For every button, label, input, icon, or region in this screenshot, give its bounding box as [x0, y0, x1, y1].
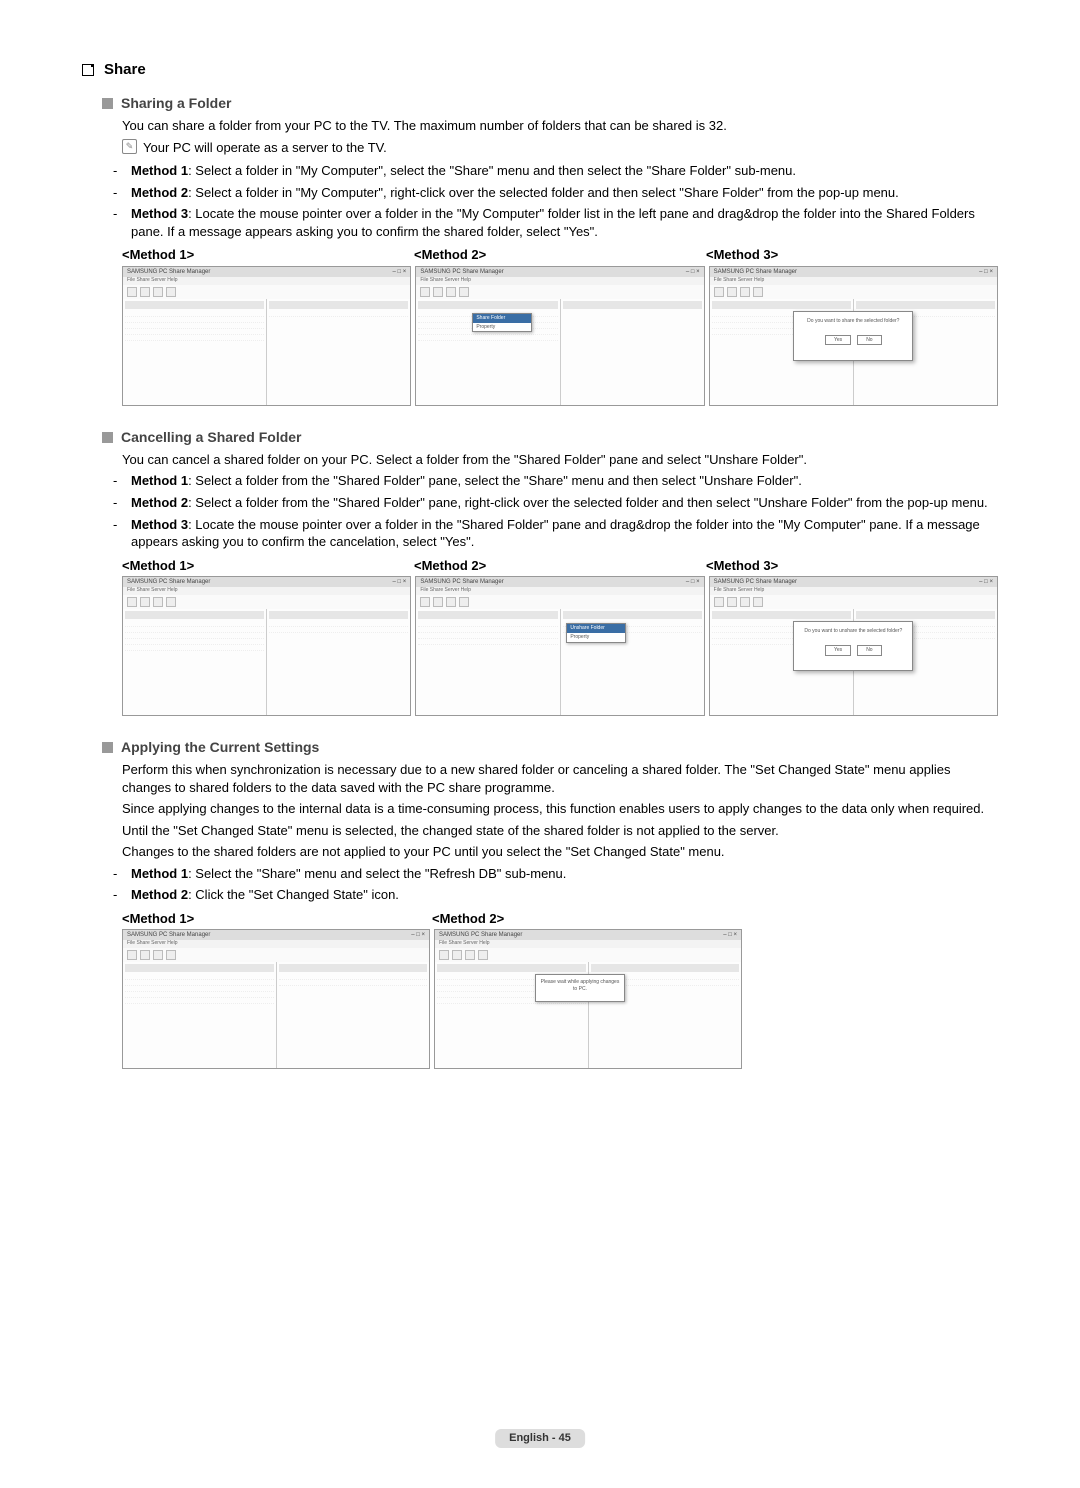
method-3: - Method 3: Locate the mouse pointer ove…: [122, 205, 998, 240]
sub-heading: Sharing a Folder: [102, 94, 998, 113]
applying-settings-section: Applying the Current Settings Perform th…: [102, 738, 998, 1069]
label-m1: <Method 1>: [122, 246, 414, 264]
method-2: - Method 2: Click the "Set Changed State…: [122, 886, 998, 904]
screenshot-m1: SAMSUNG PC Share Manager– □ × File Share…: [122, 576, 411, 716]
note-text: Your PC will operate as a server to the …: [143, 139, 387, 157]
method-labels: <Method 1> <Method 2>: [122, 910, 742, 928]
p4: Changes to the shared folders are not ap…: [122, 843, 998, 861]
gray-square-icon: [102, 432, 113, 443]
screenshot-m1: SAMSUNG PC Share Manager– □ × File Share…: [122, 929, 430, 1069]
method-1: - Method 1: Select a folder in "My Compu…: [122, 162, 998, 180]
p1: Perform this when synchronization is nec…: [122, 761, 998, 796]
confirm-dialog: Do you want to share the selected folder…: [793, 311, 913, 361]
method-1: - Method 1: Select the "Share" menu and …: [122, 865, 998, 883]
screenshot-m3: SAMSUNG PC Share Manager– □ × File Share…: [709, 266, 998, 406]
label-m1: <Method 1>: [122, 557, 414, 575]
screenshot-m1: SAMSUNG PC Share Manager– □ × File Share…: [122, 266, 411, 406]
section-title-text: Share: [104, 60, 146, 80]
note-icon: ✎: [122, 139, 137, 154]
context-menu: Unshare FolderProperty: [566, 623, 626, 643]
wait-popup: Please wait while applying changes to PC…: [535, 974, 625, 1002]
screenshot-m2: SAMSUNG PC Share Manager– □ × File Share…: [415, 266, 704, 406]
cancelling-folder-section: Cancelling a Shared Folder You can cance…: [102, 428, 998, 716]
screenshots-row-1: SAMSUNG PC Share Manager– □ × File Share…: [122, 266, 998, 406]
gray-square-icon: [102, 98, 113, 109]
label-m2: <Method 2>: [414, 246, 706, 264]
method-2: - Method 2: Select a folder in "My Compu…: [122, 184, 998, 202]
method-labels: <Method 1> <Method 2> <Method 3>: [122, 557, 998, 575]
label-m2: <Method 2>: [432, 910, 742, 928]
screenshots-row-3: SAMSUNG PC Share Manager– □ × File Share…: [122, 929, 742, 1069]
note: ✎ Your PC will operate as a server to th…: [122, 139, 998, 157]
confirm-dialog: Do you want to unshare the selected fold…: [793, 621, 913, 671]
page-footer: English - 45: [495, 1429, 585, 1448]
label-m3: <Method 3>: [706, 246, 998, 264]
method-1: - Method 1: Select a folder from the "Sh…: [122, 472, 998, 490]
sharing-folder-section: Sharing a Folder You can share a folder …: [102, 94, 998, 406]
screenshot-m3: SAMSUNG PC Share Manager– □ × File Share…: [709, 576, 998, 716]
intro-text: You can cancel a shared folder on your P…: [122, 451, 998, 469]
label-m3: <Method 3>: [706, 557, 998, 575]
p3: Until the "Set Changed State" menu is se…: [122, 822, 998, 840]
sub-heading: Cancelling a Shared Folder: [102, 428, 998, 447]
gray-square-icon: [102, 742, 113, 753]
method-3: - Method 3: Locate the mouse pointer ove…: [122, 516, 998, 551]
sub-heading-text: Sharing a Folder: [121, 94, 231, 113]
method-2: - Method 2: Select a folder from the "Sh…: [122, 494, 998, 512]
intro-text: You can share a folder from your PC to t…: [122, 117, 998, 135]
sub-heading-text: Cancelling a Shared Folder: [121, 428, 302, 447]
p2: Since applying changes to the internal d…: [122, 800, 998, 818]
screenshot-m2: SAMSUNG PC Share Manager– □ × File Share…: [415, 576, 704, 716]
label-m1: <Method 1>: [122, 910, 432, 928]
screenshot-m2: SAMSUNG PC Share Manager– □ × File Share…: [434, 929, 742, 1069]
page-number: English - 45: [509, 1432, 571, 1444]
square-bullet-icon: [82, 64, 94, 76]
section-header: Share: [82, 60, 998, 80]
method-labels: <Method 1> <Method 2> <Method 3>: [122, 246, 998, 264]
sub-heading: Applying the Current Settings: [102, 738, 998, 757]
context-menu: Share FolderProperty: [472, 313, 532, 333]
label-m2: <Method 2>: [414, 557, 706, 575]
sub-heading-text: Applying the Current Settings: [121, 738, 319, 757]
screenshots-row-2: SAMSUNG PC Share Manager– □ × File Share…: [122, 576, 998, 716]
